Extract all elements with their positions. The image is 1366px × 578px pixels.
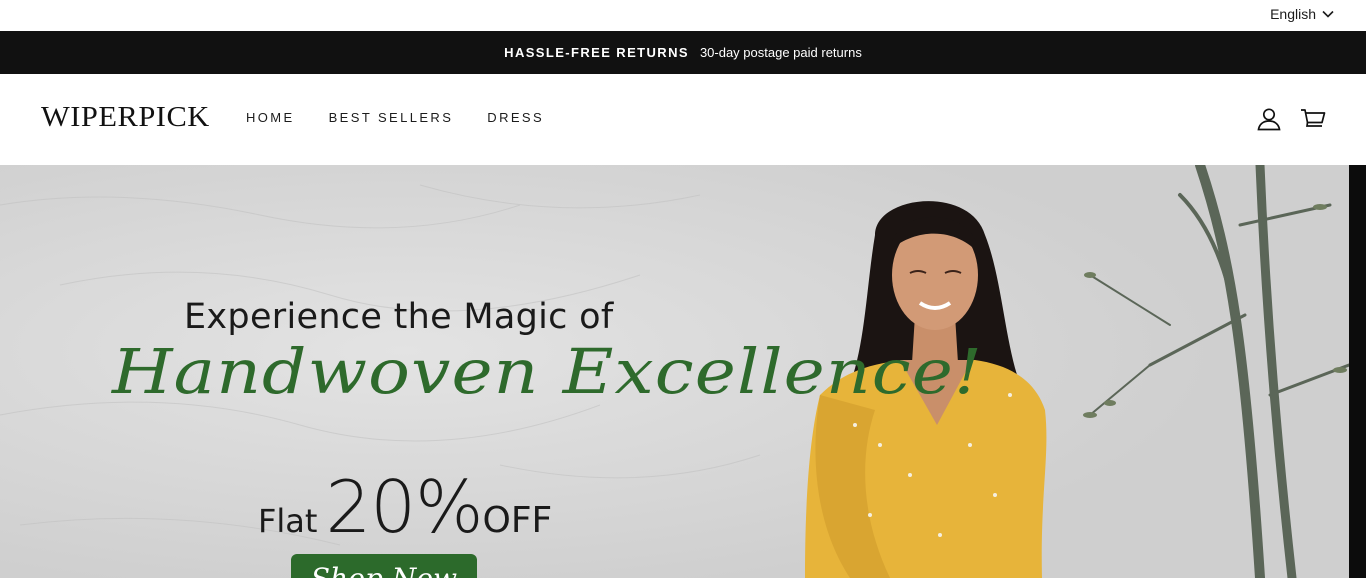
- main-nav: HOME BEST SELLERS DRESS: [246, 110, 578, 125]
- chevron-down-icon: [1322, 10, 1334, 18]
- announcement-bar[interactable]: HASSLE-FREE RETURNS 30-day postage paid …: [0, 31, 1366, 74]
- discount-offer: Flat 20% OFF: [258, 465, 552, 549]
- scrollbar[interactable]: [1349, 165, 1366, 578]
- site-header: WIPERPICK HOME BEST SELLERS DRESS: [0, 74, 1366, 165]
- offer-percent: 20%: [325, 465, 483, 549]
- cart-icon[interactable]: [1300, 106, 1326, 132]
- hero-banner[interactable]: Experience the Magic of Handwoven Excell…: [0, 165, 1349, 578]
- header-icons: [1256, 106, 1326, 132]
- hero-headline: Experience the Magic of: [184, 297, 614, 337]
- language-bar: English: [0, 0, 1366, 31]
- nav-item-best-sellers[interactable]: BEST SELLERS: [329, 110, 454, 125]
- account-icon[interactable]: [1256, 106, 1282, 132]
- nav-item-home[interactable]: HOME: [246, 110, 295, 125]
- language-selector[interactable]: English: [1270, 6, 1334, 22]
- offer-flat-label: Flat: [258, 502, 318, 540]
- announcement-title: HASSLE-FREE RETURNS: [504, 45, 689, 60]
- shop-now-button[interactable]: Shop Now: [291, 554, 477, 578]
- language-label: English: [1270, 6, 1316, 22]
- nav-item-dress[interactable]: DRESS: [487, 110, 544, 125]
- hero-script-headline: Handwoven Excellence!: [112, 335, 983, 408]
- offer-off-label: OFF: [482, 500, 553, 541]
- site-logo[interactable]: WIPERPICK: [41, 101, 210, 134]
- announcement-text: 30-day postage paid returns: [699, 45, 862, 60]
